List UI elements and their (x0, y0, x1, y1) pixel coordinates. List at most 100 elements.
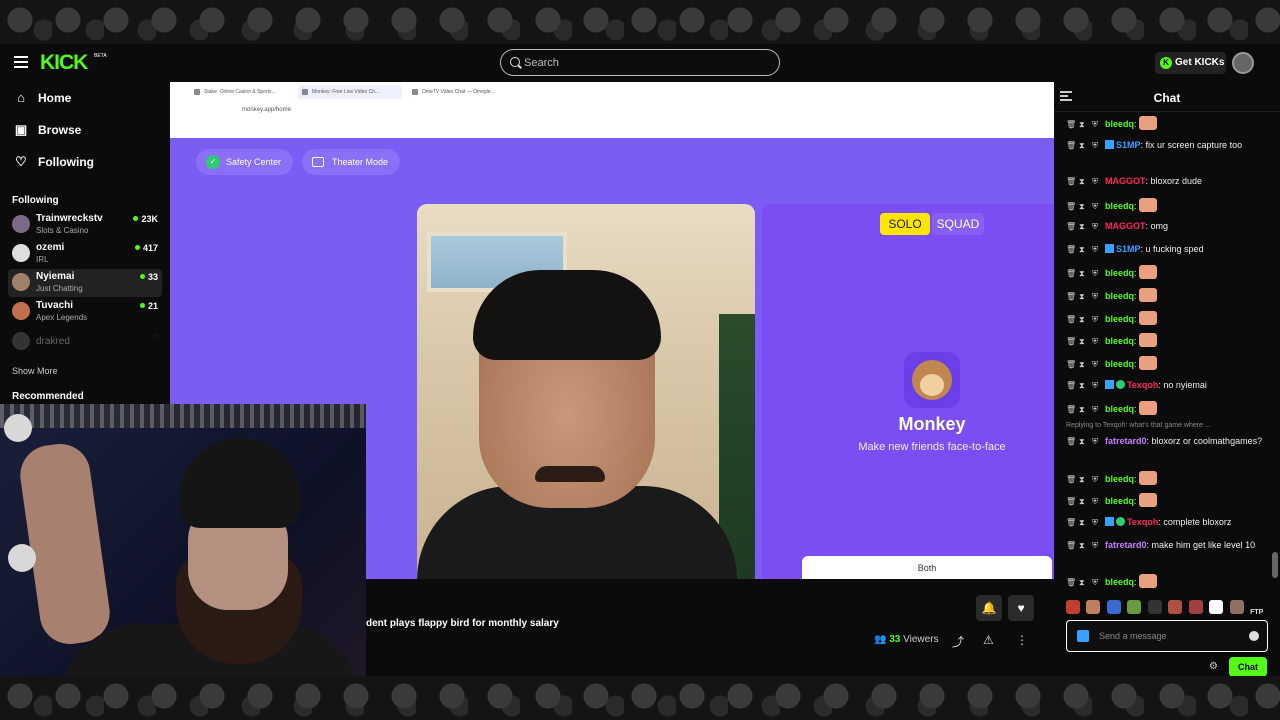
emote-icon[interactable] (1188, 600, 1203, 614)
chat-settings-icon[interactable]: ⚙ (1209, 661, 1218, 672)
ban-shield-icon[interactable]: ⛨ (1092, 519, 1099, 527)
emote-icon[interactable] (1066, 600, 1080, 614)
chat-username[interactable]: Texqoh (1127, 380, 1158, 390)
timeout-icon[interactable]: ⧗ (1079, 121, 1086, 129)
timeout-icon[interactable]: ⧗ (1079, 579, 1086, 587)
channel-item-tuvachi[interactable]: Tuvachi Apex Legends 21 (8, 298, 162, 326)
emote-icon[interactable] (1209, 600, 1224, 614)
menu-icon[interactable] (14, 56, 28, 68)
chat-username[interactable]: bleedq (1105, 119, 1134, 129)
channel-item-drakred[interactable]: drakred ◌ (8, 328, 162, 356)
sidebar-item-home[interactable]: ⌂ Home (14, 88, 71, 108)
timeout-icon[interactable]: ⧗ (1079, 542, 1086, 550)
chat-username[interactable]: bleedq (1105, 336, 1134, 346)
chat-username[interactable]: S1MP (1116, 244, 1141, 254)
trash-icon[interactable]: 🗑 (1066, 542, 1076, 550)
show-more-link[interactable]: Show More (12, 366, 58, 376)
ban-shield-icon[interactable]: ⛨ (1092, 406, 1099, 414)
trash-icon[interactable]: 🗑 (1066, 338, 1076, 346)
trash-icon[interactable]: 🗑 (1066, 178, 1076, 186)
ban-shield-icon[interactable]: ⛨ (1092, 270, 1099, 278)
ban-shield-icon[interactable]: ⛨ (1092, 382, 1099, 390)
trash-icon[interactable]: 🗑 (1066, 316, 1076, 324)
notification-bell-button[interactable]: 🔔 (976, 595, 1002, 621)
channel-item-trainwreckstv[interactable]: Trainwreckstv Slots & Casino 23K (8, 211, 162, 239)
chat-username[interactable]: bleedq (1105, 404, 1134, 414)
chat-username[interactable]: fatretard0 (1105, 540, 1147, 550)
timeout-icon[interactable]: ⧗ (1079, 438, 1086, 446)
ban-shield-icon[interactable]: ⛨ (1092, 579, 1099, 587)
trash-icon[interactable]: 🗑 (1066, 406, 1076, 414)
trash-icon[interactable]: 🗑 (1066, 579, 1076, 587)
kick-logo[interactable]: KICK (40, 51, 88, 75)
trash-icon[interactable]: 🗑 (1066, 498, 1076, 506)
ban-shield-icon[interactable]: ⛨ (1092, 361, 1099, 369)
trash-icon[interactable]: 🗑 (1066, 476, 1076, 484)
ban-shield-icon[interactable]: ⛨ (1092, 293, 1099, 301)
chat-scrollbar[interactable] (1272, 552, 1278, 578)
timeout-icon[interactable]: ⧗ (1079, 178, 1086, 186)
ban-shield-icon[interactable]: ⛨ (1092, 203, 1099, 211)
timeout-icon[interactable]: ⧗ (1079, 361, 1086, 369)
get-kicks-button[interactable]: K Get KICKs (1155, 52, 1226, 74)
emoji-picker-icon[interactable] (1249, 631, 1259, 641)
trash-icon[interactable]: 🗑 (1066, 246, 1076, 254)
chat-username[interactable]: bleedq (1105, 201, 1134, 211)
chat-username[interactable]: bleedq (1105, 268, 1134, 278)
trash-icon[interactable]: 🗑 (1066, 142, 1076, 150)
ban-shield-icon[interactable]: ⛨ (1092, 476, 1099, 484)
trash-icon[interactable]: 🗑 (1066, 121, 1076, 129)
timeout-icon[interactable]: ⧗ (1079, 223, 1086, 231)
emote-icon[interactable] (1086, 600, 1101, 614)
timeout-icon[interactable]: ⧗ (1079, 338, 1086, 346)
timeout-icon[interactable]: ⧗ (1079, 203, 1086, 211)
ban-shield-icon[interactable]: ⛨ (1092, 338, 1099, 346)
timeout-icon[interactable]: ⧗ (1079, 498, 1086, 506)
channel-item-ozemi[interactable]: ozemi IRL 417 (8, 240, 162, 268)
chat-username[interactable]: bleedq (1105, 496, 1134, 506)
trash-icon[interactable]: 🗑 (1066, 519, 1076, 527)
emote-icon[interactable] (1168, 600, 1183, 614)
sidebar-item-following[interactable]: ♡ Following (14, 152, 94, 172)
timeout-icon[interactable]: ⧗ (1079, 246, 1086, 254)
channel-item-nyiemai[interactable]: Nyiemai Just Chatting 33 (8, 269, 162, 297)
emote-icon[interactable] (1229, 600, 1244, 614)
timeout-icon[interactable]: ⧗ (1079, 270, 1086, 278)
ban-shield-icon[interactable]: ⛨ (1092, 223, 1099, 231)
ban-shield-icon[interactable]: ⛨ (1092, 316, 1099, 324)
ban-shield-icon[interactable]: ⛨ (1092, 246, 1099, 254)
chat-username[interactable]: bleedq (1105, 577, 1134, 587)
chat-username[interactable]: fatretard0 (1105, 436, 1147, 446)
trash-icon[interactable]: 🗑 (1066, 361, 1076, 369)
ban-shield-icon[interactable]: ⛨ (1092, 121, 1099, 129)
chat-username[interactable]: S1MP (1116, 140, 1141, 150)
trash-icon[interactable]: 🗑 (1066, 203, 1076, 211)
trash-icon[interactable]: 🗑 (1066, 438, 1076, 446)
emote-icon[interactable] (1127, 600, 1142, 614)
follow-button[interactable]: ♥ (1008, 595, 1034, 621)
user-avatar[interactable] (1232, 52, 1254, 74)
timeout-icon[interactable]: ⧗ (1079, 293, 1086, 301)
trash-icon[interactable]: 🗑 (1066, 293, 1076, 301)
ban-shield-icon[interactable]: ⛨ (1092, 178, 1099, 186)
chat-username[interactable]: bleedq (1105, 359, 1134, 369)
timeout-icon[interactable]: ⧗ (1079, 142, 1086, 150)
more-options-icon[interactable]: ⋮ (1016, 633, 1028, 647)
send-chat-button[interactable]: Chat (1229, 657, 1267, 677)
chat-username[interactable]: Texqoh (1127, 517, 1158, 527)
timeout-icon[interactable]: ⧗ (1079, 519, 1086, 527)
ban-shield-icon[interactable]: ⛨ (1092, 542, 1099, 550)
chat-username[interactable]: bleedq (1105, 291, 1134, 301)
trash-icon[interactable]: 🗑 (1066, 382, 1076, 390)
share-icon[interactable]: ⤴ (952, 633, 964, 650)
chat-username[interactable]: MAGGOT (1105, 221, 1146, 231)
ban-shield-icon[interactable]: ⛨ (1092, 498, 1099, 506)
timeout-icon[interactable]: ⧗ (1079, 382, 1086, 390)
trash-icon[interactable]: 🗑 (1066, 223, 1076, 231)
ban-shield-icon[interactable]: ⛨ (1092, 438, 1099, 446)
timeout-icon[interactable]: ⧗ (1079, 476, 1086, 484)
trash-icon[interactable]: 🗑 (1066, 270, 1076, 278)
timeout-icon[interactable]: ⧗ (1079, 316, 1086, 324)
chat-username[interactable]: bleedq (1105, 314, 1134, 324)
chat-username[interactable]: MAGGOT (1105, 176, 1146, 186)
